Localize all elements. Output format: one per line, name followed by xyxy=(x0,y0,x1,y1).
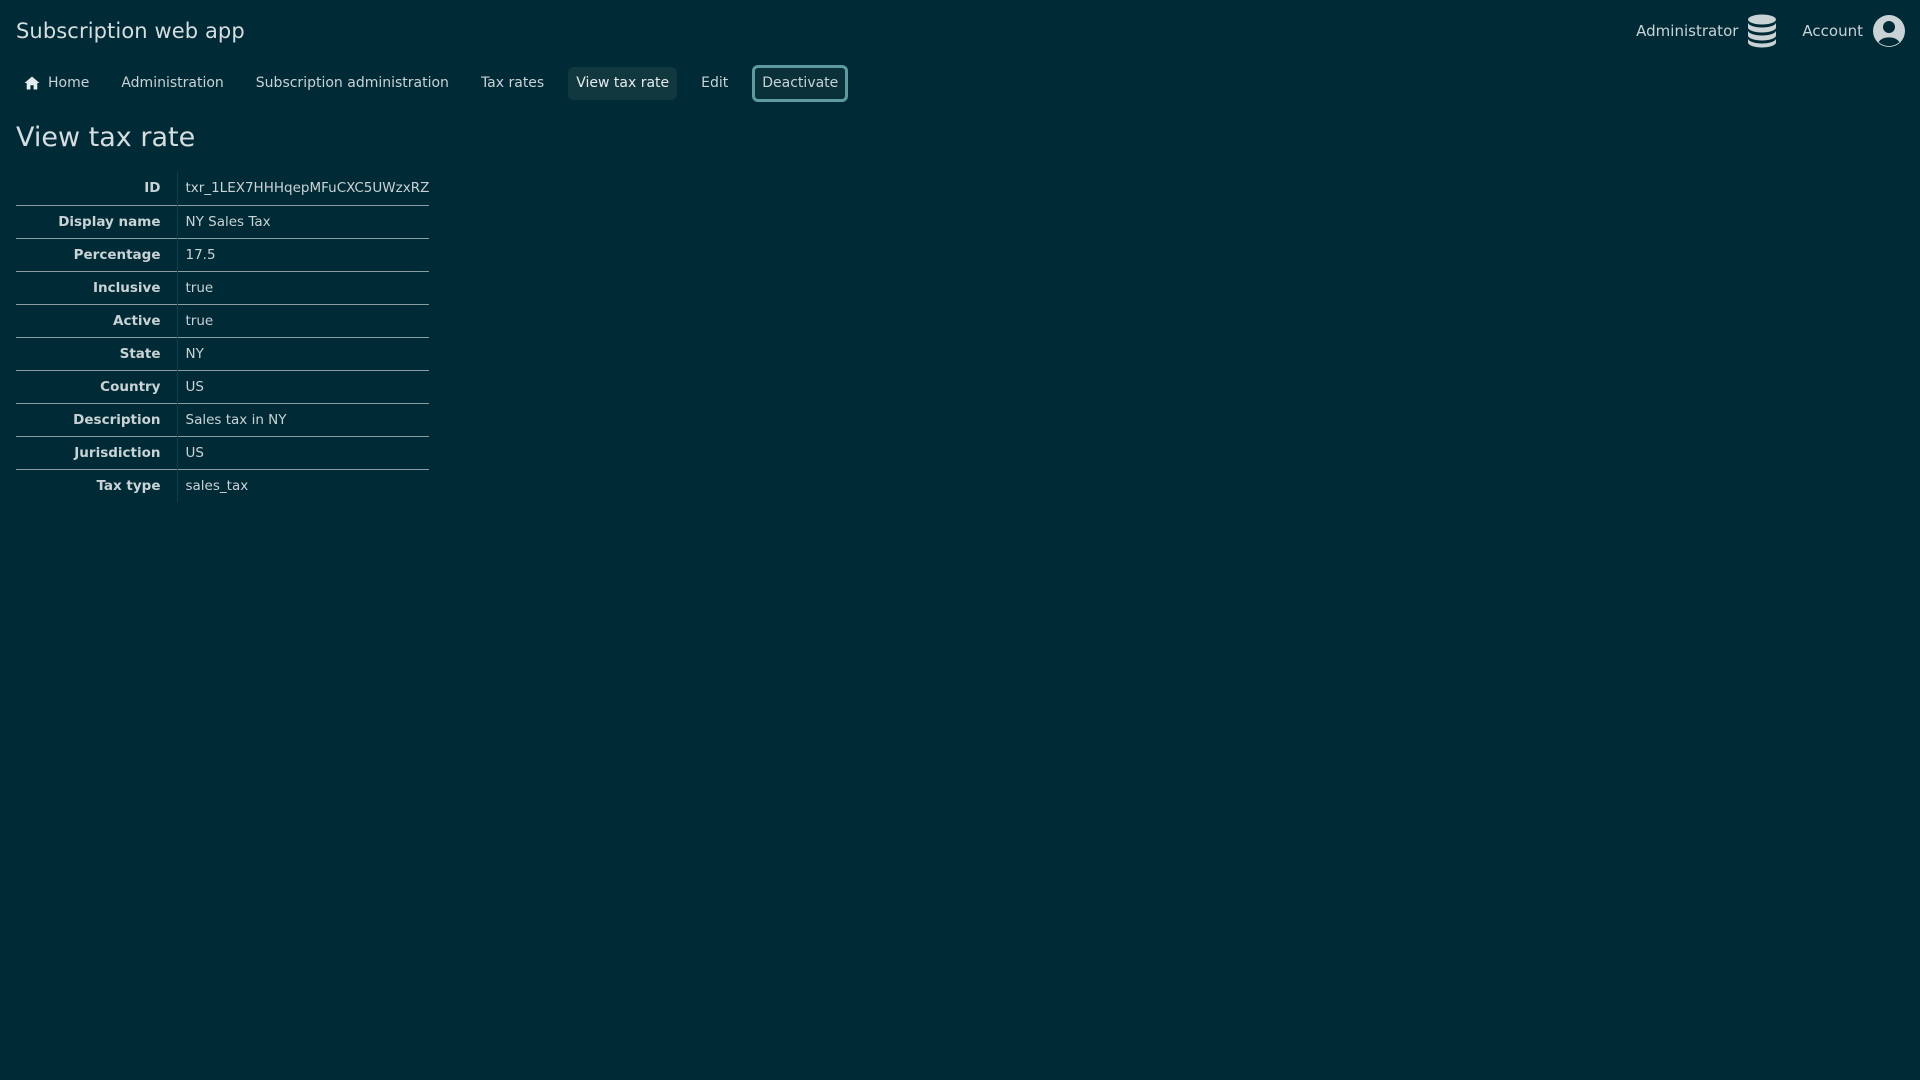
detail-label: Country xyxy=(16,369,177,403)
nav-view-tax-rate[interactable]: View tax rate xyxy=(568,66,678,100)
detail-row-country: Country US xyxy=(16,369,430,403)
nav-administration[interactable]: Administration xyxy=(113,67,231,100)
detail-value: Sales tax in NY xyxy=(176,402,430,436)
home-icon xyxy=(24,76,40,90)
database-icon xyxy=(1747,14,1777,48)
account-label: Account xyxy=(1802,22,1863,40)
detail-label: Active xyxy=(16,303,177,337)
app-title[interactable]: Subscription web app xyxy=(16,19,245,43)
detail-value: NY Sales Tax xyxy=(176,204,430,238)
detail-row-state: State NY xyxy=(16,336,430,370)
detail-value: US xyxy=(176,435,430,469)
detail-value: true xyxy=(176,270,430,304)
administrator-label: Administrator xyxy=(1636,22,1739,40)
detail-value: US xyxy=(176,369,430,403)
nav-subscription-administration[interactable]: Subscription administration xyxy=(248,67,457,100)
detail-row-percentage: Percentage 17.5 xyxy=(16,237,430,271)
nav-edit[interactable]: Edit xyxy=(693,67,736,100)
page-title: View tax rate xyxy=(16,122,196,153)
detail-label: Display name xyxy=(16,204,177,238)
administrator-menu[interactable]: Administrator xyxy=(1636,14,1777,48)
detail-value: true xyxy=(176,303,430,337)
nav-deactivate-button[interactable]: Deactivate xyxy=(752,64,849,102)
account-menu[interactable]: Account xyxy=(1802,14,1906,48)
detail-row-inclusive: Inclusive true xyxy=(16,270,430,304)
detail-row-description: Description Sales tax in NY xyxy=(16,402,430,436)
user-circle-icon xyxy=(1872,14,1906,48)
header-actions: Administrator Account xyxy=(1636,14,1906,48)
nav-tax-rates[interactable]: Tax rates xyxy=(473,67,552,100)
detail-value: NY xyxy=(176,336,430,370)
app-header: Subscription web app Administrator Accou… xyxy=(0,0,1920,62)
detail-label: Jurisdiction xyxy=(16,435,177,469)
detail-value: txr_1LEX7HHHqepMFuCXC5UWzxRZ xyxy=(176,172,430,205)
detail-row-id: ID txr_1LEX7HHHqepMFuCXC5UWzxRZ xyxy=(16,172,430,205)
detail-label: State xyxy=(16,336,177,370)
detail-label: Description xyxy=(16,402,177,436)
tax-rate-details-table: ID txr_1LEX7HHHqepMFuCXC5UWzxRZ Display … xyxy=(16,172,430,502)
detail-label: Inclusive xyxy=(16,270,177,304)
detail-label: Tax type xyxy=(16,468,177,502)
detail-row-active: Active true xyxy=(16,303,430,337)
nav-home[interactable]: Home xyxy=(16,67,97,100)
detail-row-jurisdiction: Jurisdiction US xyxy=(16,435,430,469)
detail-label: ID xyxy=(144,180,161,197)
nav-home-label: Home xyxy=(48,75,90,91)
detail-row-display-name: Display name NY Sales Tax xyxy=(16,204,430,238)
detail-label: Percentage xyxy=(16,237,177,271)
detail-value: sales_tax xyxy=(176,468,430,502)
detail-value: 17.5 xyxy=(176,237,430,271)
detail-row-tax-type: Tax type sales_tax xyxy=(16,468,430,502)
breadcrumb-nav: Home Administration Subscription adminis… xyxy=(16,64,864,102)
